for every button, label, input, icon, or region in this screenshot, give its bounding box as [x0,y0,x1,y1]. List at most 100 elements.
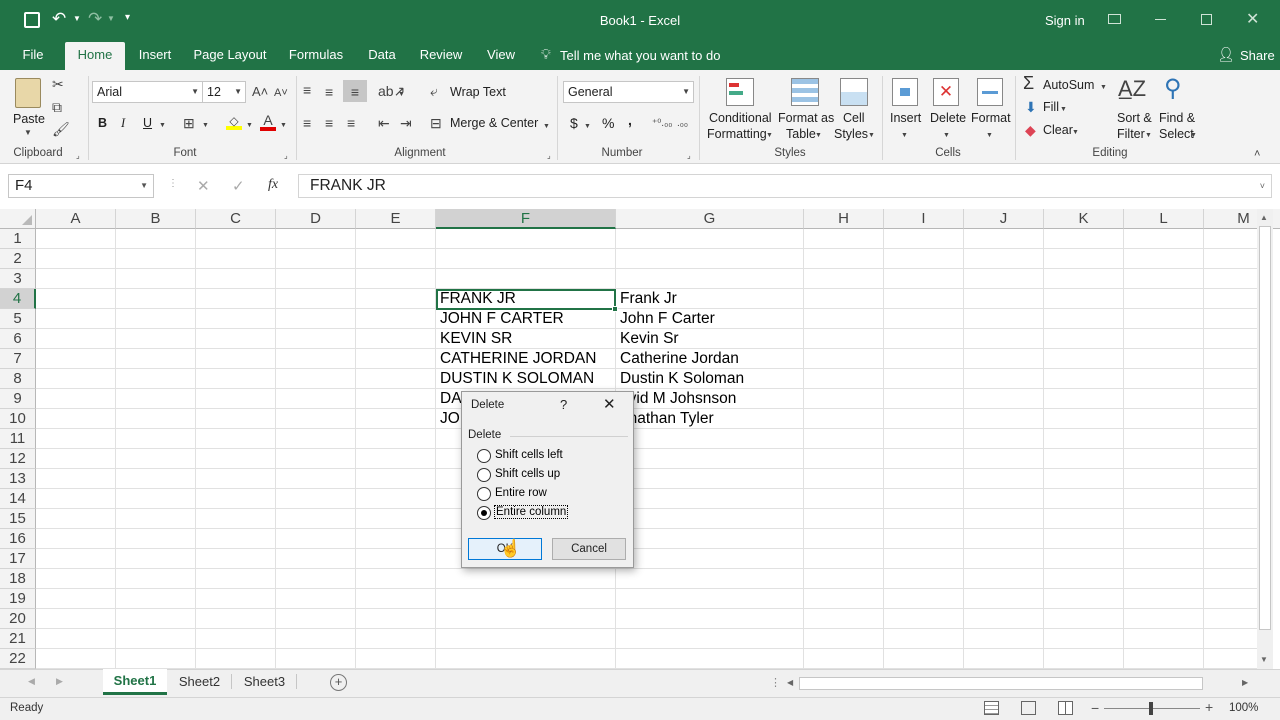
radio-shift-cells-up[interactable] [477,468,491,482]
undo-icon[interactable]: ↶ [52,9,66,29]
cell-g9[interactable]: avid M Johsnson [616,389,736,409]
select-all-corner[interactable] [0,209,36,229]
align-left-icon[interactable]: ≡ [303,115,311,131]
column-header-g[interactable]: G [616,209,804,229]
conditional-formatting-line1[interactable]: Conditional [709,111,772,125]
italic-button[interactable]: I [121,116,125,131]
cell-f6[interactable]: KEVIN SR [436,329,512,349]
sheet-tab-sheet1[interactable]: Sheet1 [103,669,167,695]
paste-icon[interactable] [15,78,41,108]
sort-filter-line2[interactable]: Filter [1117,127,1145,141]
middle-align-icon[interactable]: ≡ [325,84,333,100]
underline-button[interactable]: U [143,116,152,130]
merge-dropdown-icon[interactable]: ▼ [543,119,550,135]
tell-me-box[interactable]: Tell me what you want to do [560,48,720,63]
alignment-launcher-icon[interactable]: ⌟ [547,148,551,164]
fill-handle[interactable] [612,306,618,312]
tab-formulas[interactable]: Formulas [283,42,349,70]
sheet-tab-sheet3[interactable]: Sheet3 [233,674,297,689]
resize-handle-icon[interactable]: ⋮ [168,178,178,189]
wrap-text-button[interactable]: Wrap Text [450,85,506,99]
grow-font-icon[interactable]: A˄ [252,84,268,100]
minimize-icon[interactable] [1155,19,1166,20]
share-button[interactable]: Share [1240,48,1275,63]
fill-color-dropdown-icon[interactable]: ▼ [246,118,253,134]
cancel-button[interactable]: Cancel [552,538,626,560]
scroll-up-icon[interactable]: ▲ [1260,213,1268,222]
clear-button[interactable]: Clear [1043,123,1073,137]
insert-function-icon[interactable]: fx [268,177,278,193]
column-header-a[interactable]: A [36,209,116,229]
row-header-19[interactable]: 19 [0,589,36,609]
autosum-dropdown-icon[interactable]: ▼ [1100,80,1107,96]
font-size-combo[interactable]: 12 ▼ [202,81,246,103]
decrease-indent-icon[interactable]: ⇤ [378,115,390,131]
bottom-align-icon[interactable]: ≡ [343,80,367,102]
zoom-in-icon[interactable]: + [1205,699,1213,715]
cell-g7[interactable]: Catherine Jordan [616,349,739,369]
format-cells-dropdown-icon[interactable]: ▼ [986,128,993,144]
tab-view[interactable]: View [480,42,522,70]
vertical-scroll-thumb[interactable] [1259,226,1271,630]
column-header-c[interactable]: C [196,209,276,229]
row-header-21[interactable]: 21 [0,629,36,649]
page-break-view-icon[interactable] [1058,701,1073,715]
row-header-15[interactable]: 15 [0,509,36,529]
row-header-6[interactable]: 6 [0,329,36,349]
radio-shift-cells-left[interactable] [477,449,491,463]
expand-formula-bar-icon[interactable]: ˅ [1260,175,1265,197]
row-header-12[interactable]: 12 [0,449,36,469]
percent-button[interactable]: % [602,115,614,131]
cell-styles-line2[interactable]: Styles [834,127,868,141]
enter-entry-icon[interactable]: ✓ [232,177,245,195]
column-header-l[interactable]: L [1124,209,1204,229]
paste-button[interactable]: Paste [13,112,45,126]
redo-dropdown-icon[interactable]: ▼ [107,14,115,23]
cell-g5[interactable]: John F Carter [616,309,715,329]
conditional-formatting-dropdown-icon[interactable]: ▼ [766,128,773,144]
column-header-j[interactable]: J [964,209,1044,229]
worksheet-grid[interactable]: ABCDEFGHIJKLM 1 2 3 4 5 6 7 8 9 10 11 12 13 14 15 16 17 1… [0,209,1280,669]
fill-button[interactable]: Fill [1043,100,1059,114]
tab-insert[interactable]: Insert [132,42,178,70]
fill-color-icon[interactable]: ◇ [226,114,242,130]
insert-cells-dropdown-icon[interactable]: ▼ [901,128,908,144]
cell-g8[interactable]: Dustin K Soloman [616,369,744,389]
scroll-right-icon[interactable]: ▶ [1242,678,1248,687]
scroll-sheets-right-icon[interactable]: ▶ [56,676,63,687]
column-header-k[interactable]: K [1044,209,1124,229]
number-launcher-icon[interactable]: ⌟ [687,148,691,164]
scroll-down-icon[interactable]: ▼ [1260,655,1268,664]
scroll-sheets-left-icon[interactable]: ◀ [28,676,35,687]
format-as-table-dropdown-icon[interactable]: ▼ [815,128,822,144]
row-header-13[interactable]: 13 [0,469,36,489]
cut-icon[interactable]: ✂ [52,76,64,92]
increase-indent-icon[interactable]: ⇥ [400,115,412,131]
ribbon-display-options-icon[interactable] [1108,14,1121,24]
close-icon[interactable]: ✕ [1246,9,1259,29]
sort-filter-dropdown-icon[interactable]: ▼ [1145,128,1152,144]
font-name-combo[interactable]: Arial ▼ [92,81,203,103]
column-header-i[interactable]: I [884,209,964,229]
shift-cells-up-label[interactable]: Shift cells up [495,468,560,480]
radio-entire-row[interactable] [477,487,491,501]
column-header-b[interactable]: B [116,209,196,229]
align-right-icon[interactable]: ≡ [347,115,355,131]
row-header-18[interactable]: 18 [0,569,36,589]
row-header-3[interactable]: 3 [0,269,36,289]
autosum-button[interactable]: AutoSum [1043,78,1094,92]
help-icon[interactable]: ? [560,397,567,412]
tab-home[interactable]: Home [65,42,125,70]
radio-entire-column[interactable] [477,506,491,520]
number-format-combo[interactable]: General ▼ [563,81,694,103]
borders-icon[interactable]: ⊞ [183,115,195,131]
row-header-1[interactable]: 1 [0,229,36,249]
horizontal-scrollbar[interactable]: ◀ ▶ [783,676,1256,692]
column-header-e[interactable]: E [356,209,436,229]
clear-dropdown-icon[interactable]: ▼ [1072,125,1079,141]
collapse-ribbon-icon[interactable]: ˄ [1254,146,1260,162]
font-color-dropdown-icon[interactable]: ▼ [280,118,287,134]
shrink-font-icon[interactable]: A˅ [274,85,288,101]
currency-button[interactable]: $ [570,115,578,131]
row-header-17[interactable]: 17 [0,549,36,569]
